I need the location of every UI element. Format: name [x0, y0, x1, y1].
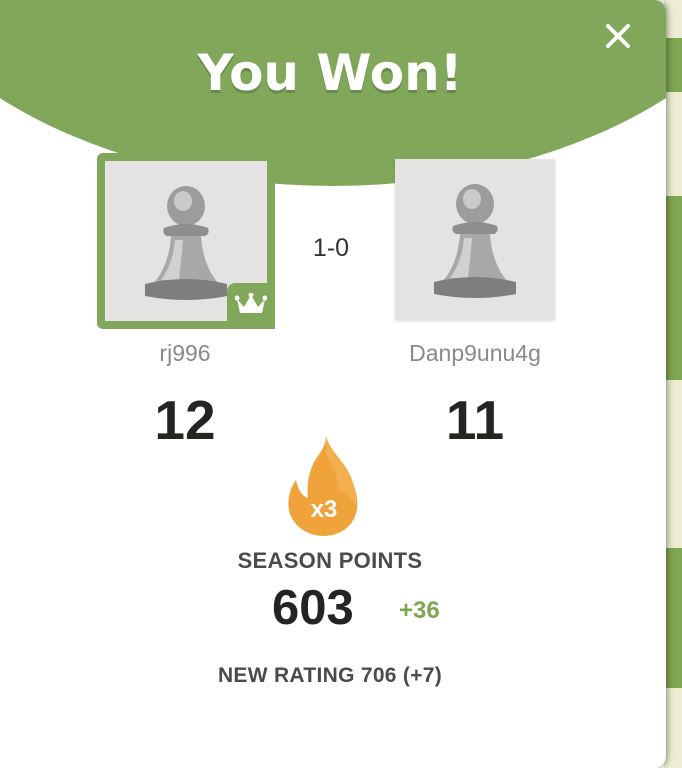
pawn-icon	[434, 184, 516, 298]
winner-username[interactable]: rj996	[100, 340, 270, 367]
opponent-username[interactable]: Danp9unu4g	[380, 340, 570, 367]
opponent-avatar[interactable]	[395, 159, 555, 319]
close-button[interactable]	[600, 18, 636, 54]
season-points-value: 603	[272, 581, 354, 635]
winner-badge	[227, 283, 275, 329]
chessboard-edge	[664, 0, 682, 768]
crown-icon	[235, 293, 267, 313]
winner-points: 12	[154, 389, 216, 451]
streak-multiplier: x3	[310, 496, 338, 523]
new-rating: NEW RATING 706 (+7)	[217, 664, 443, 687]
opponent-points: 11	[445, 389, 505, 451]
close-icon	[606, 24, 630, 48]
game-score: 1-0	[312, 234, 350, 262]
season-points-delta: +36	[399, 597, 440, 624]
season-points-label: SEASON POINTS	[237, 548, 423, 573]
pawn-icon	[145, 186, 227, 300]
winner-avatar[interactable]	[97, 153, 275, 329]
game-over-modal: You Won! 1-0 rj996 Danp9unu4g 12 11 x3 S…	[0, 0, 666, 768]
result-title: You Won!	[197, 44, 463, 102]
